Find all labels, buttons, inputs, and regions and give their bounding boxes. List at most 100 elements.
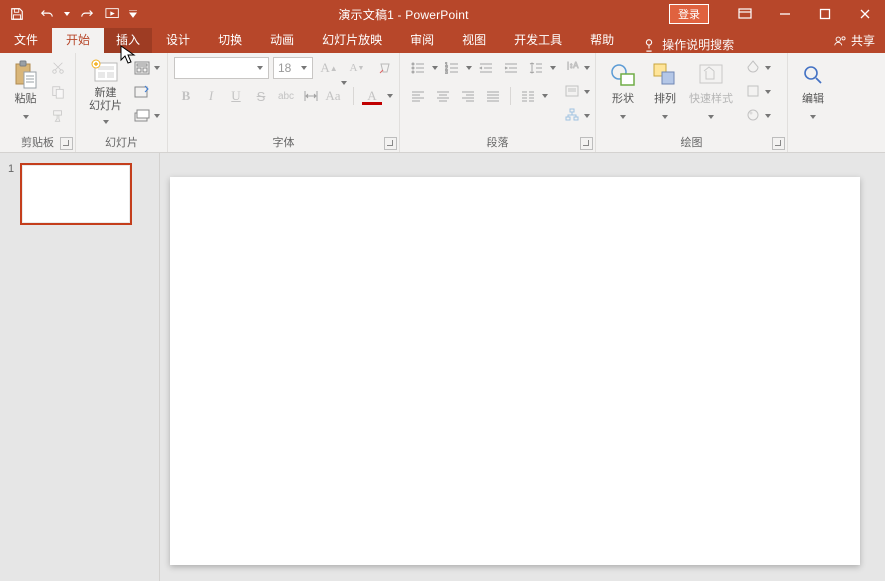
text-shadow-button[interactable]: abc [274, 85, 298, 107]
tab-insert[interactable]: 插入 [104, 28, 152, 53]
arrange-button[interactable]: 排列 [644, 57, 686, 131]
text-direction-button[interactable]: |↕A [561, 57, 591, 79]
italic-button[interactable]: I [199, 85, 223, 107]
thumbnail-preview[interactable] [20, 163, 132, 225]
strikethrough-button[interactable]: S [249, 85, 273, 107]
tab-view[interactable]: 视图 [448, 28, 500, 53]
group-font-label: 字体 [273, 137, 295, 149]
slide-thumbnails-panel[interactable]: 1 [0, 153, 160, 581]
layout-button[interactable] [131, 57, 161, 79]
slide-canvas[interactable] [170, 177, 860, 565]
character-spacing-button[interactable] [299, 85, 323, 107]
bullets-dropdown[interactable] [431, 57, 439, 79]
clipboard-launcher[interactable] [60, 137, 73, 150]
bold-button[interactable]: B [174, 85, 198, 107]
thumbnail-number: 1 [8, 163, 14, 225]
minimize-button[interactable] [765, 0, 805, 28]
ribbon-display-options-button[interactable] [725, 0, 765, 28]
editing-label: 编辑 [802, 93, 824, 106]
quick-access-toolbar [0, 3, 138, 25]
quick-styles-label: 快速样式 [689, 93, 733, 106]
save-button[interactable] [6, 3, 28, 25]
ribbon: 粘贴 剪贴板 新建 幻灯片 幻灯片 [0, 53, 885, 153]
share-button[interactable]: 共享 [833, 28, 875, 53]
group-paragraph-label: 段落 [487, 137, 509, 149]
font-name-combobox[interactable] [174, 57, 269, 79]
columns-button[interactable] [516, 85, 540, 107]
redo-button[interactable] [76, 3, 98, 25]
group-drawing: 形状 排列 快速样式 绘图 [596, 53, 788, 152]
paragraph-launcher[interactable] [580, 137, 593, 150]
shrink-font-button[interactable]: A▼ [345, 57, 369, 79]
underline-button[interactable]: U [224, 85, 248, 107]
group-slides-label: 幻灯片 [105, 137, 138, 149]
share-label: 共享 [851, 32, 875, 49]
bullets-button[interactable] [406, 57, 430, 79]
group-font: 18 A▲ A▼ B I U S abc Aa A 字体 [168, 53, 400, 152]
justify-button[interactable] [481, 85, 505, 107]
qat-customize-dropdown[interactable] [128, 3, 138, 25]
shape-effects-button[interactable] [742, 105, 772, 127]
align-left-button[interactable] [406, 85, 430, 107]
quick-styles-icon [695, 59, 727, 91]
tab-review[interactable]: 审阅 [396, 28, 448, 53]
clear-formatting-button[interactable] [373, 57, 397, 79]
change-case-button[interactable]: Aa [324, 85, 348, 107]
window-title: 演示文稿1 - PowerPoint [138, 6, 669, 23]
paste-icon [10, 59, 42, 91]
maximize-button[interactable] [805, 0, 845, 28]
new-slide-icon [90, 59, 122, 85]
cut-button[interactable] [47, 57, 69, 79]
increase-indent-button[interactable] [499, 57, 523, 79]
tab-help[interactable]: 帮助 [576, 28, 628, 53]
shapes-icon [607, 59, 639, 91]
tell-me[interactable]: 操作说明搜索 [642, 36, 734, 53]
paste-button[interactable]: 粘贴 [6, 57, 45, 131]
new-slide-button[interactable]: 新建 幻灯片 [82, 57, 129, 131]
align-center-button[interactable] [431, 85, 455, 107]
numbering-button[interactable]: 123 [440, 57, 464, 79]
tab-slideshow[interactable]: 幻灯片放映 [308, 28, 396, 53]
editing-button[interactable]: 编辑 [794, 57, 832, 131]
line-spacing-button[interactable] [524, 57, 548, 79]
smartart-button[interactable] [561, 105, 591, 127]
quick-styles-button[interactable]: 快速样式 [686, 57, 736, 131]
tab-home[interactable]: 开始 [52, 28, 104, 53]
tab-developer[interactable]: 开发工具 [500, 28, 576, 53]
shapes-button[interactable]: 形状 [602, 57, 644, 131]
undo-button[interactable] [36, 3, 58, 25]
align-right-button[interactable] [456, 85, 480, 107]
decrease-indent-button[interactable] [474, 57, 498, 79]
group-drawing-label: 绘图 [681, 137, 703, 149]
find-icon [797, 59, 829, 91]
shapes-label: 形状 [612, 93, 634, 106]
undo-dropdown[interactable] [62, 3, 72, 25]
shape-outline-button[interactable] [742, 81, 772, 103]
window-controls: 登录 [669, 0, 885, 28]
start-from-beginning-button[interactable] [102, 3, 124, 25]
numbering-dropdown[interactable] [465, 57, 473, 79]
align-text-button[interactable] [561, 81, 591, 103]
group-clipboard: 粘贴 剪贴板 [0, 53, 76, 152]
tab-design[interactable]: 设计 [152, 28, 204, 53]
drawing-launcher[interactable] [772, 137, 785, 150]
reset-button[interactable] [131, 81, 153, 103]
content-area: 1 [0, 153, 885, 581]
format-painter-button[interactable] [47, 105, 69, 127]
font-size-combobox[interactable]: 18 [273, 57, 313, 79]
font-color-button[interactable]: A [359, 85, 385, 107]
signin-button[interactable]: 登录 [669, 4, 709, 24]
group-editing: 编辑 [788, 53, 838, 152]
font-color-dropdown[interactable] [386, 85, 394, 107]
grow-font-button[interactable]: A▲ [317, 57, 341, 79]
copy-button[interactable] [47, 81, 69, 103]
tab-file[interactable]: 文件 [0, 28, 52, 53]
font-launcher[interactable] [384, 137, 397, 150]
tab-animations[interactable]: 动画 [256, 28, 308, 53]
tab-transitions[interactable]: 切换 [204, 28, 256, 53]
section-button[interactable] [131, 105, 161, 127]
close-button[interactable] [845, 0, 885, 28]
shape-fill-button[interactable] [742, 57, 772, 79]
slide-canvas-area[interactable] [160, 153, 885, 581]
thumbnail-slide-1[interactable]: 1 [8, 163, 151, 225]
